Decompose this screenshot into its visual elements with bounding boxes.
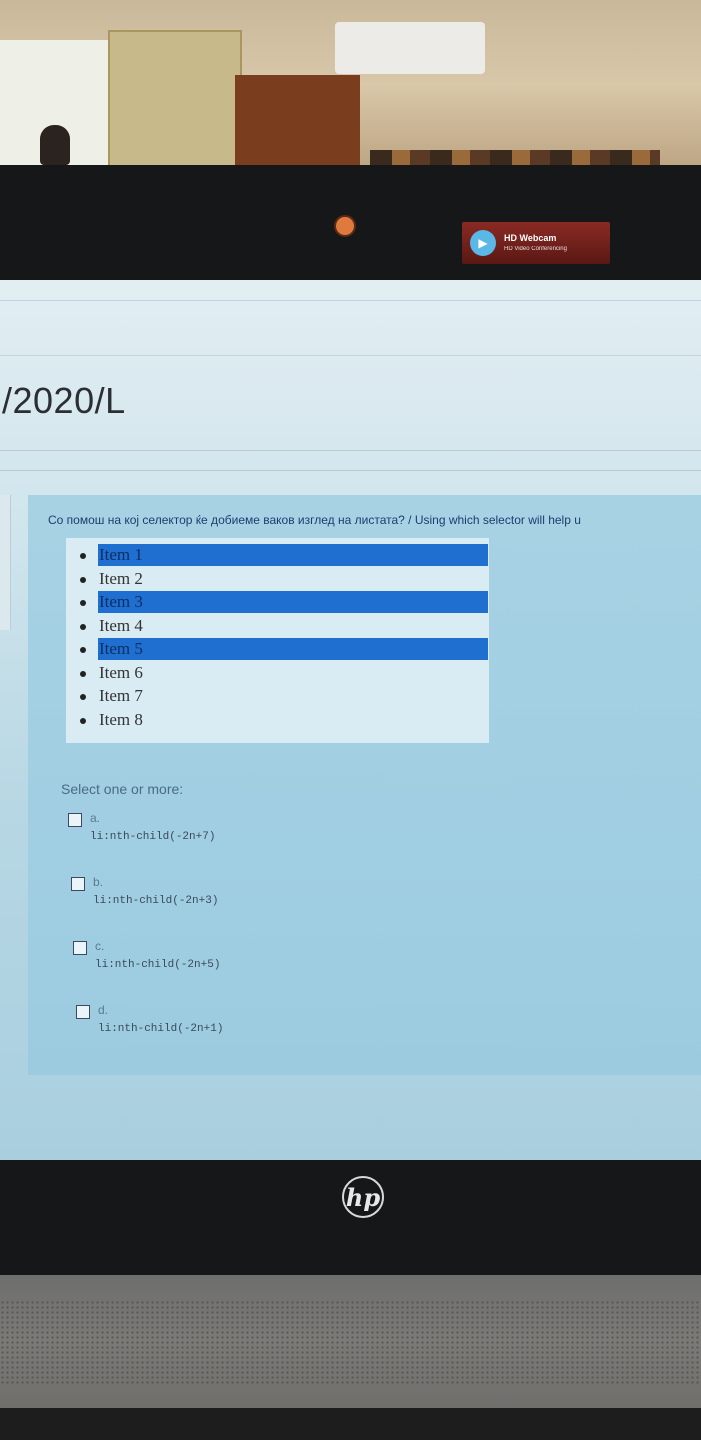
list-item-label: Item 3 <box>99 592 143 611</box>
bullet-icon <box>80 694 86 700</box>
room-shelf <box>235 75 360 175</box>
highlight-bar <box>98 591 488 613</box>
option-letter: c. <box>95 939 105 953</box>
option-code: li:nth-child(-2n+7) <box>90 831 216 843</box>
list-item: Item 8 <box>66 709 489 733</box>
example-list-preview: Item 1 Item 2 Item 3 Item 4 Item 5 Item 6 Item… <box>66 538 489 743</box>
option-letter: a. <box>90 811 101 825</box>
webcam-badge: ▶ HD Webcam HD Video Conferencing <box>462 222 610 264</box>
list-item-label: Item 1 <box>99 545 143 564</box>
checkbox[interactable] <box>73 941 87 955</box>
list-item-label: Item 6 <box>99 662 143 682</box>
list-item: Item 7 <box>66 685 489 709</box>
section-divider <box>0 450 701 451</box>
header-divider <box>0 300 701 301</box>
bullet-icon <box>80 670 86 677</box>
highlight-bar <box>98 544 488 566</box>
page-title: /2020/L <box>2 380 126 421</box>
question-info-panel[interactable] <box>0 495 11 630</box>
checkbox[interactable] <box>76 1005 90 1019</box>
bullet-icon <box>80 647 86 653</box>
bullet-icon <box>80 576 86 583</box>
list-item-label: Item 2 <box>99 568 143 588</box>
list-item-label: Item 7 <box>99 686 143 705</box>
video-camera-icon: ▶ <box>470 230 496 256</box>
highlight-bar <box>98 662 488 684</box>
option-letter: d. <box>98 1003 109 1017</box>
checkbox[interactable] <box>68 813 82 827</box>
bullet-icon <box>80 623 86 630</box>
webcam-lens <box>334 215 356 237</box>
list-item: Item 6 <box>66 662 489 686</box>
checkbox[interactable] <box>71 877 85 891</box>
highlight-bar <box>98 638 488 660</box>
section-divider <box>0 470 701 471</box>
room-person <box>40 125 70 165</box>
bullet-icon <box>80 600 86 606</box>
list-item: Item 2 <box>66 568 489 592</box>
option-code: li:nth-child(-2n+1) <box>98 1023 224 1035</box>
question-text: Со помош на кој селектор ќе добиеме вако… <box>48 513 581 527</box>
option-code: li:nth-child(-2n+5) <box>95 959 221 971</box>
select-prompt: Select one or more: <box>61 781 184 797</box>
header-divider <box>0 355 701 356</box>
room-cabinet <box>108 30 242 174</box>
list-item: Item 4 <box>66 615 489 639</box>
highlight-bar <box>98 568 488 590</box>
list-item: Item 3 <box>66 591 489 615</box>
highlight-bar <box>98 615 488 637</box>
webcam-subtitle: HD Video Conferencing <box>504 246 567 252</box>
room-background <box>0 0 701 190</box>
speaker-grille <box>0 1300 701 1385</box>
bullet-icon <box>80 717 86 724</box>
highlight-bar <box>98 709 488 731</box>
list-item-label: Item 4 <box>99 615 143 635</box>
hp-logo: hp <box>342 1176 384 1218</box>
laptop-screen: /2020/L Со помош на кој селектор ќе доби… <box>0 280 701 1160</box>
list-item-label: Item 5 <box>99 639 143 658</box>
question-card: Со помош на кој селектор ќе добиеме вако… <box>28 495 701 1075</box>
option-letter: b. <box>93 875 104 889</box>
bullet-icon <box>80 553 86 559</box>
highlight-bar <box>98 685 488 707</box>
keyboard-row <box>0 1408 701 1440</box>
option-code: li:nth-child(-2n+3) <box>93 895 219 907</box>
list-item-label: Item 8 <box>99 709 143 729</box>
list-item: Item 5 <box>66 638 489 662</box>
list-item: Item 1 <box>66 544 489 568</box>
room-air-conditioner <box>335 22 485 74</box>
webcam-title: HD Webcam <box>504 233 557 243</box>
